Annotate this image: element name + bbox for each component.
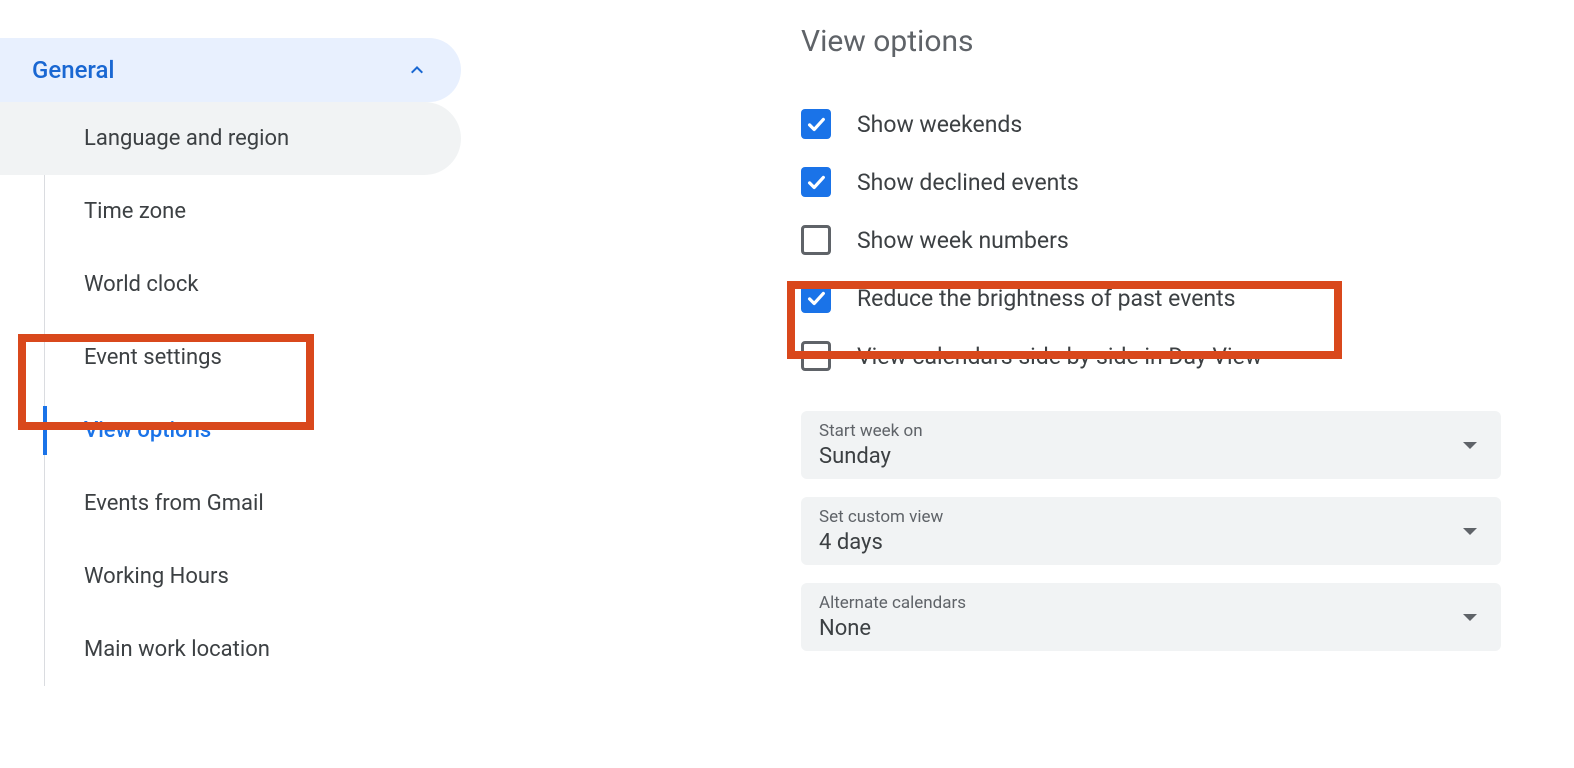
- checkbox-label: Reduce the brightness of past events: [857, 285, 1236, 312]
- sidebar-item-label: Time zone: [84, 199, 186, 224]
- checkbox-reduce-brightness-past-events[interactable]: Reduce the brightness of past events: [801, 269, 1504, 327]
- checkbox-show-declined-events[interactable]: Show declined events: [801, 153, 1504, 211]
- checkbox-icon: [801, 225, 831, 255]
- sidebar-item-working-hours[interactable]: Working Hours: [0, 540, 461, 613]
- sidebar-item-label: Event settings: [84, 345, 222, 370]
- dropdown-value: Sunday: [819, 444, 923, 469]
- checkbox-label: View calendars side by side in Day View: [857, 343, 1262, 370]
- checkbox-icon: [801, 109, 831, 139]
- sidebar-items: Language and region Time zone World cloc…: [0, 102, 461, 686]
- checkbox-icon: [801, 167, 831, 197]
- checkbox-show-weekends[interactable]: Show weekends: [801, 95, 1504, 153]
- dropdown-arrow-icon: [1463, 442, 1477, 449]
- sidebar-item-label: Events from Gmail: [84, 491, 264, 516]
- sidebar-item-language-and-region[interactable]: Language and region: [0, 102, 461, 175]
- dropdown-value: 4 days: [819, 530, 943, 555]
- dropdown-text: Set custom view 4 days: [819, 507, 943, 555]
- sidebar-item-events-from-gmail[interactable]: Events from Gmail: [0, 467, 461, 540]
- checkbox-icon: [801, 341, 831, 371]
- dropdown-text: Alternate calendars None: [819, 593, 966, 641]
- checkbox-icon: [801, 283, 831, 313]
- sidebar-item-view-options[interactable]: View options: [0, 394, 461, 467]
- sidebar-section-general[interactable]: General: [0, 38, 461, 102]
- section-title: View options: [801, 24, 1504, 59]
- sidebar-item-label: World clock: [84, 272, 198, 297]
- sidebar-item-main-work-location[interactable]: Main work location: [0, 613, 461, 686]
- sidebar-item-label: Working Hours: [84, 564, 229, 589]
- sidebar-item-world-clock[interactable]: World clock: [0, 248, 461, 321]
- dropdown-set-custom-view[interactable]: Set custom view 4 days: [801, 497, 1501, 565]
- dropdown-label: Set custom view: [819, 507, 943, 527]
- sidebar-item-event-settings[interactable]: Event settings: [0, 321, 461, 394]
- sidebar-header-title: General: [32, 56, 115, 84]
- dropdown-label: Start week on: [819, 421, 923, 441]
- checkbox-label: Show weekends: [857, 111, 1022, 138]
- checkbox-label: Show declined events: [857, 169, 1079, 196]
- sidebar-item-label: Language and region: [84, 126, 289, 151]
- checkbox-label: Show week numbers: [857, 227, 1069, 254]
- dropdown-label: Alternate calendars: [819, 593, 966, 613]
- sidebar-item-label: Main work location: [84, 637, 270, 662]
- dropdown-start-week-on[interactable]: Start week on Sunday: [801, 411, 1501, 479]
- dropdown-arrow-icon: [1463, 614, 1477, 621]
- dropdown-value: None: [819, 616, 966, 641]
- dropdown-alternate-calendars[interactable]: Alternate calendars None: [801, 583, 1501, 651]
- checkbox-view-calendars-side-by-side[interactable]: View calendars side by side in Day View: [801, 327, 1504, 385]
- chevron-up-icon: [405, 58, 429, 82]
- checkbox-show-week-numbers[interactable]: Show week numbers: [801, 211, 1504, 269]
- sidebar-item-time-zone[interactable]: Time zone: [0, 175, 461, 248]
- dropdown-arrow-icon: [1463, 528, 1477, 535]
- settings-main: View options Show weekends Show declined…: [461, 0, 1574, 768]
- sidebar-item-label: View options: [84, 418, 211, 443]
- settings-sidebar: General Language and region Time zone Wo…: [0, 0, 461, 768]
- checkbox-group: Show weekends Show declined events Show …: [801, 95, 1504, 385]
- dropdown-text: Start week on Sunday: [819, 421, 923, 469]
